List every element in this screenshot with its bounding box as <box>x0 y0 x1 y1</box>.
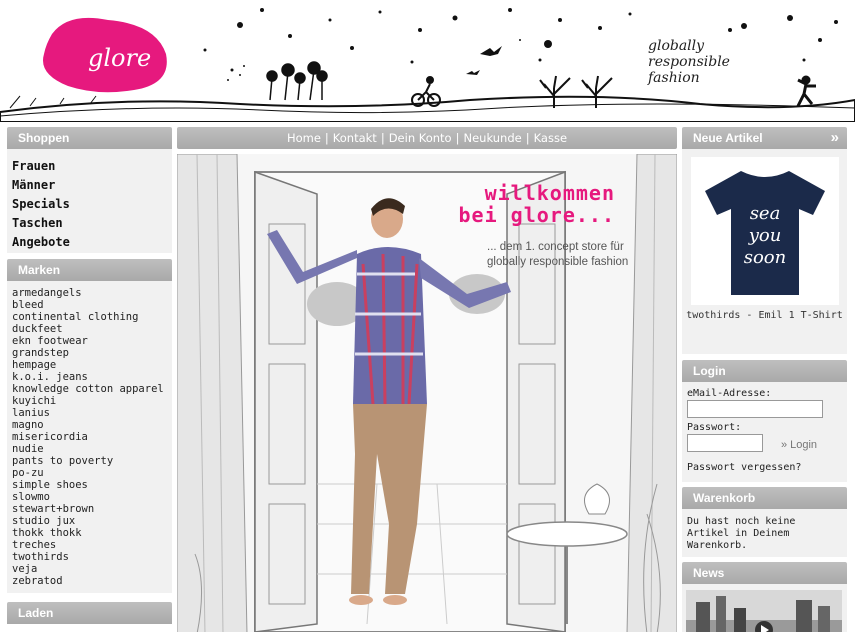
welcome-sub-line-1: ... dem 1. concept store für <box>487 241 624 253</box>
brand-link[interactable]: stewart+brown <box>12 503 172 515</box>
tagline-line-1: globally <box>648 38 705 54</box>
login-title: Login <box>682 360 847 382</box>
nav-item-taschen[interactable]: Taschen <box>12 214 172 233</box>
top-navigation: Home | Kontakt | Dein Konto | Neukunde | Kasse <box>177 127 677 149</box>
news-title[interactable]: News <box>682 562 847 584</box>
password-field[interactable] <box>687 434 763 452</box>
nav-link-kontakt[interactable]: Kontakt <box>333 131 377 145</box>
nav-separator: | <box>525 131 530 145</box>
new-articles-header: Neue Artikel » <box>682 127 847 149</box>
product-name[interactable]: twothirds - Emil 1 T-Shirt <box>682 310 847 321</box>
shirt-print-line-2: you <box>747 225 781 246</box>
brand-link[interactable]: kuyichi <box>12 395 172 407</box>
glore-logo[interactable]: glore <box>38 14 170 94</box>
tagline: globally responsible fashion <box>648 38 730 86</box>
brand-link[interactable]: po-zu <box>12 467 172 479</box>
shop-title: Shoppen <box>7 127 172 149</box>
news-body <box>682 584 847 632</box>
brand-link[interactable]: duckfeet <box>12 323 172 335</box>
laden-box: Laden <box>7 602 172 624</box>
shop-nav: Frauen Männer Specials Taschen Angebote <box>7 149 172 253</box>
password-row: » Login <box>687 433 841 456</box>
nav-item-angebote[interactable]: Angebote <box>12 233 172 252</box>
brand-link[interactable]: magno <box>12 419 172 431</box>
nav-link-dein-konto[interactable]: Dein Konto <box>389 131 452 145</box>
brands-box: Marken armedangels bleed continental cloth… <box>7 259 172 593</box>
left-sidebar: Shoppen Frauen Männer Specials Taschen A… <box>7 127 172 624</box>
brand-link[interactable]: studio jux <box>12 515 172 527</box>
brand-link[interactable]: misericordia <box>12 431 172 443</box>
nav-item-specials[interactable]: Specials <box>12 195 172 214</box>
tagline-line-3: fashion <box>648 70 700 86</box>
brands-title: Marken <box>7 259 172 281</box>
brand-link[interactable]: ekn footwear <box>12 335 172 347</box>
news-box: News <box>682 562 847 632</box>
double-chevron-right-icon: » <box>781 438 788 451</box>
login-box: Login eMail-Adresse: Passwort: » Login P… <box>682 360 847 482</box>
product-image-tshirt[interactable]: sea you soon <box>690 157 839 305</box>
brand-link[interactable]: thokk thokk <box>12 527 172 539</box>
welcome-line-1: willkommen <box>484 181 615 205</box>
brand-link[interactable]: simple shoes <box>12 479 172 491</box>
more-arrow-icon[interactable]: » <box>831 127 839 149</box>
password-label: Passwort: <box>687 422 742 433</box>
welcome-heading: willkommen bei glore... <box>445 182 615 226</box>
cart-title[interactable]: Warenkorb <box>682 487 847 509</box>
brand-link[interactable]: zebratod <box>12 575 172 587</box>
login-button-label: Login <box>790 438 818 451</box>
brand-link[interactable]: nudie <box>12 443 172 455</box>
logo-text: glore <box>88 44 151 72</box>
login-form: eMail-Adresse: Passwort: » Login Passwor… <box>682 382 847 482</box>
welcome-line-2: bei glore... <box>458 203 615 227</box>
nav-item-frauen[interactable]: Frauen <box>12 157 172 176</box>
main-content: Home | Kontakt | Dein Konto | Neukunde | Kasse <box>177 127 677 632</box>
login-button[interactable]: » Login <box>781 439 817 451</box>
brand-link[interactable]: pants to poverty <box>12 455 172 467</box>
news-video-thumbnail[interactable] <box>686 590 842 632</box>
welcome-sub-line-2: globally responsible fashion <box>487 256 629 268</box>
hero-banner[interactable]: willkommen bei glore... ... dem 1. conce… <box>177 154 677 632</box>
nav-item-maenner[interactable]: Männer <box>12 176 172 195</box>
cart-message: Du hast noch keine Artikel in Deinem War… <box>682 509 847 557</box>
new-articles-title: Neue Artikel <box>693 131 763 145</box>
email-field[interactable] <box>687 400 823 418</box>
nav-separator: | <box>324 131 329 145</box>
nav-link-neukunde[interactable]: Neukunde <box>463 131 521 145</box>
cart-box: Warenkorb Du hast noch keine Artikel in … <box>682 487 847 557</box>
brand-link[interactable]: slowmo <box>12 491 172 503</box>
brand-link[interactable]: twothirds <box>12 551 172 563</box>
tagline-line-2: responsible <box>648 54 730 70</box>
new-articles-box: Neue Artikel » sea you soon twothirds - … <box>682 127 847 354</box>
brand-link[interactable]: lanius <box>12 407 172 419</box>
brand-link[interactable]: veja <box>12 563 172 575</box>
shirt-print-line-3: soon <box>743 247 786 268</box>
site-header: glore globally responsible fashion <box>0 0 855 122</box>
nav-link-home[interactable]: Home <box>287 131 321 145</box>
brand-link[interactable]: k.o.i. jeans <box>12 371 172 383</box>
brand-link[interactable]: bleed <box>12 299 172 311</box>
email-label: eMail-Adresse: <box>687 388 772 399</box>
product-teaser: sea you soon twothirds - Emil 1 T-Shirt <box>682 149 847 354</box>
nav-separator: | <box>380 131 385 145</box>
laden-title[interactable]: Laden <box>7 602 172 624</box>
shop-box: Shoppen Frauen Männer Specials Taschen A… <box>7 127 172 253</box>
welcome-subtitle: ... dem 1. concept store für globally re… <box>487 240 628 270</box>
brand-link[interactable]: armedangels <box>12 287 172 299</box>
brand-link[interactable]: continental clothing <box>12 311 172 323</box>
shirt-print-line-1: sea <box>749 203 780 224</box>
brands-list: armedangels bleed continental clothing duck… <box>7 281 172 593</box>
forgot-password-link[interactable]: Passwort vergessen? <box>687 462 841 473</box>
brand-link[interactable]: knowledge cotton apparel <box>12 383 172 395</box>
brand-link[interactable]: grandstep <box>12 347 172 359</box>
brand-link[interactable]: hempage <box>12 359 172 371</box>
nav-link-kasse[interactable]: Kasse <box>534 131 567 145</box>
nav-separator: | <box>455 131 460 145</box>
right-sidebar: Neue Artikel » sea you soon twothirds - … <box>682 127 847 632</box>
brand-link[interactable]: treches <box>12 539 172 551</box>
